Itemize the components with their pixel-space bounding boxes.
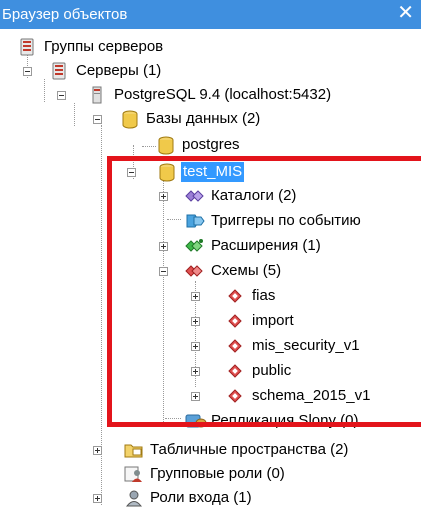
server-icon bbox=[88, 86, 106, 104]
event-trigger-icon bbox=[185, 212, 205, 230]
tree-item-extensions[interactable]: Расширения (1) bbox=[185, 234, 323, 258]
tree-connector bbox=[44, 79, 45, 102]
panel-title: Браузер объектов bbox=[2, 6, 128, 23]
expand-toggle[interactable] bbox=[159, 192, 168, 201]
tree-item-label: Базы данных (2) bbox=[146, 110, 261, 127]
tree-item-schema-mis-security[interactable]: mis_security_v1 bbox=[226, 334, 362, 358]
collapse-toggle[interactable] bbox=[127, 168, 136, 177]
tree-item-label: Групповые роли (0) bbox=[150, 465, 285, 482]
tree-item-label: Роли входа (1) bbox=[150, 489, 252, 506]
tree-item-label: Схемы (5) bbox=[211, 262, 282, 279]
catalog-icon bbox=[185, 187, 204, 205]
tree-item-schemas[interactable]: Схемы (5) bbox=[185, 259, 283, 283]
tree-item-label: Триггеры по событию bbox=[211, 212, 361, 229]
tree-item-label: mis_security_v1 bbox=[252, 337, 360, 354]
tree-item-label: Табличные пространства (2) bbox=[150, 441, 349, 458]
database-icon bbox=[157, 163, 175, 182]
tree-item-group-roles[interactable]: Групповые роли (0) bbox=[124, 462, 287, 486]
expand-toggle[interactable] bbox=[191, 367, 200, 376]
tree-connector bbox=[142, 146, 156, 147]
tree-item-label: Каталоги (2) bbox=[211, 187, 297, 204]
tree-item-label: PostgreSQL 9.4 (localhost:5432) bbox=[114, 86, 332, 103]
tablespace-icon bbox=[124, 441, 143, 459]
tree-item-tablespaces[interactable]: Табличные пространства (2) bbox=[124, 438, 350, 462]
tree-item-event-triggers[interactable]: Триггеры по событию bbox=[185, 209, 363, 233]
schema-icon bbox=[226, 312, 244, 330]
collapse-toggle[interactable] bbox=[23, 67, 32, 76]
tree-item-server-groups[interactable]: Группы серверов bbox=[18, 35, 165, 59]
schema-icon bbox=[226, 287, 244, 305]
servers-icon bbox=[50, 62, 68, 80]
expand-toggle[interactable] bbox=[93, 446, 102, 455]
slony-replication-icon bbox=[185, 412, 207, 430]
object-browser-titlebar: Браузер объектов ✕ bbox=[0, 0, 421, 29]
tree-item-pg-server[interactable]: PostgreSQL 9.4 (localhost:5432) bbox=[88, 83, 333, 107]
tree-item-label: import bbox=[252, 312, 294, 329]
expand-toggle[interactable] bbox=[191, 317, 200, 326]
login-role-icon bbox=[124, 489, 143, 507]
object-tree: Группы серверов Серверы (1) PostgreSQL 9… bbox=[0, 29, 421, 522]
collapse-toggle[interactable] bbox=[159, 267, 168, 276]
collapse-toggle[interactable] bbox=[57, 91, 66, 100]
tree-item-login-roles[interactable]: Роли входа (1) bbox=[124, 486, 254, 510]
tree-item-label: Расширения (1) bbox=[211, 237, 321, 254]
extension-icon bbox=[185, 237, 203, 255]
tree-item-schema-2015[interactable]: schema_2015_v1 bbox=[226, 384, 372, 408]
expand-toggle[interactable] bbox=[159, 242, 168, 251]
tree-item-label: Группы серверов bbox=[44, 38, 164, 55]
tree-item-db-postgres[interactable]: postgres bbox=[156, 133, 242, 157]
database-icon bbox=[156, 136, 174, 155]
tree-item-databases[interactable]: Базы данных (2) bbox=[120, 107, 262, 131]
collapse-toggle[interactable] bbox=[93, 115, 102, 124]
expand-toggle[interactable] bbox=[191, 342, 200, 351]
tree-connector bbox=[165, 418, 181, 419]
schema-icon bbox=[226, 337, 244, 355]
schema-icon bbox=[226, 387, 244, 405]
tree-item-label: fias bbox=[252, 287, 276, 304]
tree-connector bbox=[163, 181, 164, 424]
tree-connector bbox=[74, 103, 75, 126]
tree-item-label: postgres bbox=[182, 136, 240, 153]
expand-toggle[interactable] bbox=[191, 292, 200, 301]
tree-item-slony[interactable]: Репликация Slony (0) bbox=[185, 409, 360, 433]
tree-item-label: Репликация Slony (0) bbox=[211, 412, 359, 429]
tree-item-schema-public[interactable]: public bbox=[226, 359, 293, 383]
tree-item-schema-import[interactable]: import bbox=[226, 309, 296, 333]
tree-item-db-test-mis[interactable]: test_MIS bbox=[157, 160, 245, 184]
schema-icon bbox=[226, 362, 244, 380]
database-icon bbox=[120, 110, 138, 129]
tree-item-label: Серверы (1) bbox=[76, 62, 162, 79]
server-group-icon bbox=[18, 38, 36, 56]
tree-item-servers[interactable]: Серверы (1) bbox=[50, 59, 163, 83]
tree-item-catalogs[interactable]: Каталоги (2) bbox=[185, 184, 298, 208]
schemas-icon bbox=[185, 262, 203, 280]
tree-item-label: public bbox=[252, 362, 292, 379]
expand-toggle[interactable] bbox=[191, 392, 200, 401]
tree-connector bbox=[167, 219, 181, 220]
tree-item-label: schema_2015_v1 bbox=[252, 387, 371, 404]
group-roles-icon bbox=[124, 465, 142, 483]
expand-toggle[interactable] bbox=[93, 494, 102, 503]
tree-item-schema-fias[interactable]: fias bbox=[226, 284, 277, 308]
close-icon[interactable]: ✕ bbox=[397, 2, 414, 24]
tree-item-label: test_MIS bbox=[181, 162, 245, 182]
